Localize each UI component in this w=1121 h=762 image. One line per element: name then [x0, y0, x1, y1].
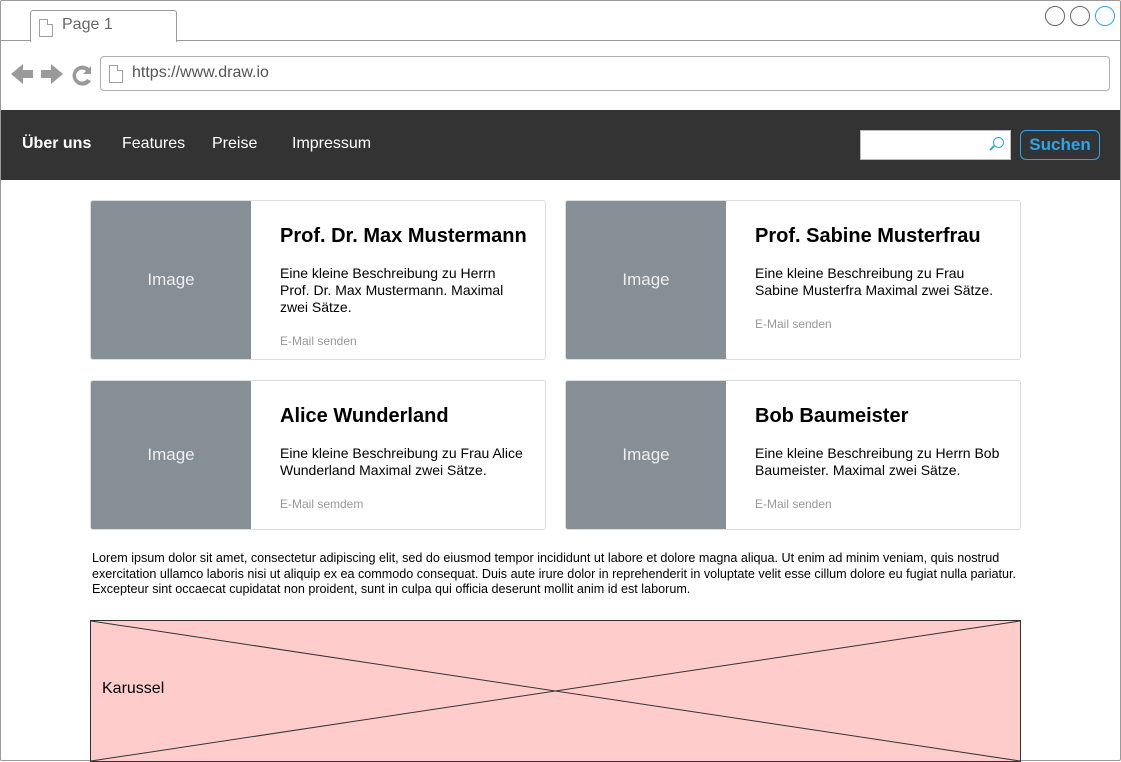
url-text: https://www.draw.io — [132, 64, 269, 81]
card-title: Bob Baumeister — [755, 405, 909, 427]
search-button[interactable]: Suchen — [1020, 130, 1100, 160]
reload-icon — [72, 65, 91, 86]
card-image-placeholder: Image — [91, 201, 251, 359]
card-image-placeholder: Image — [91, 381, 251, 529]
email-link[interactable]: E-Mail senden — [280, 334, 357, 348]
nav-item-features[interactable]: Features — [122, 135, 185, 153]
card-description: Eine kleine Beschreibung zu Herrn Prof. … — [280, 265, 504, 315]
card-title: Prof. Dr. Max Mustermann — [280, 225, 527, 247]
window-maximize-button[interactable] — [1070, 6, 1090, 26]
email-link[interactable]: E-Mail senden — [755, 497, 832, 511]
search-input[interactable] — [860, 130, 1011, 160]
page-icon — [39, 19, 53, 37]
tab-label: Page 1 — [62, 16, 113, 33]
profile-card: Image Alice Wunderland Eine kleine Besch… — [90, 380, 546, 530]
email-link[interactable]: E-Mail semdem — [280, 497, 363, 511]
navbar: Über uns Features Preise Impressum Suche… — [1, 110, 1120, 180]
search-icon — [993, 137, 1004, 148]
page-icon — [109, 65, 123, 83]
window-close-button[interactable] — [1095, 6, 1115, 26]
card-description: Eine kleine Beschreibung zu Herrn Bob Ba… — [755, 445, 1000, 478]
card-image-placeholder: Image — [566, 381, 726, 529]
card-image-placeholder: Image — [566, 201, 726, 359]
placeholder-cross — [91, 621, 1020, 761]
back-arrow-icon — [11, 64, 33, 84]
address-bar[interactable]: https://www.draw.io — [100, 56, 1110, 91]
nav-item-ueber-uns[interactable]: Über uns — [22, 135, 91, 153]
profile-card: Image Prof. Sabine Musterfrau Eine klein… — [565, 200, 1021, 360]
card-description: Eine kleine Beschreibung zu Frau Alice W… — [280, 445, 523, 478]
body-text: Lorem ipsum dolor sit amet, consectetur … — [92, 551, 1017, 596]
nav-icons — [11, 64, 91, 86]
nav-item-preise[interactable]: Preise — [212, 135, 257, 153]
forward-arrow-icon — [41, 64, 63, 84]
carousel-placeholder[interactable]: Karussel — [90, 620, 1021, 762]
window-minimize-button[interactable] — [1045, 6, 1065, 26]
carousel-label: Karussel — [102, 680, 165, 697]
profile-card: Image Prof. Dr. Max Mustermann Eine klei… — [90, 200, 546, 360]
tab-bar: Page 1 — [0, 0, 1121, 42]
browser-tab[interactable]: Page 1 — [30, 10, 177, 42]
profile-card: Image Bob Baumeister Eine kleine Beschre… — [565, 380, 1021, 530]
nav-item-impressum[interactable]: Impressum — [292, 135, 371, 153]
email-link[interactable]: E-Mail senden — [755, 317, 832, 331]
card-description: Eine kleine Beschreibung zu Frau Sabine … — [755, 265, 994, 298]
card-title: Prof. Sabine Musterfrau — [755, 225, 981, 247]
card-title: Alice Wunderland — [280, 405, 449, 427]
